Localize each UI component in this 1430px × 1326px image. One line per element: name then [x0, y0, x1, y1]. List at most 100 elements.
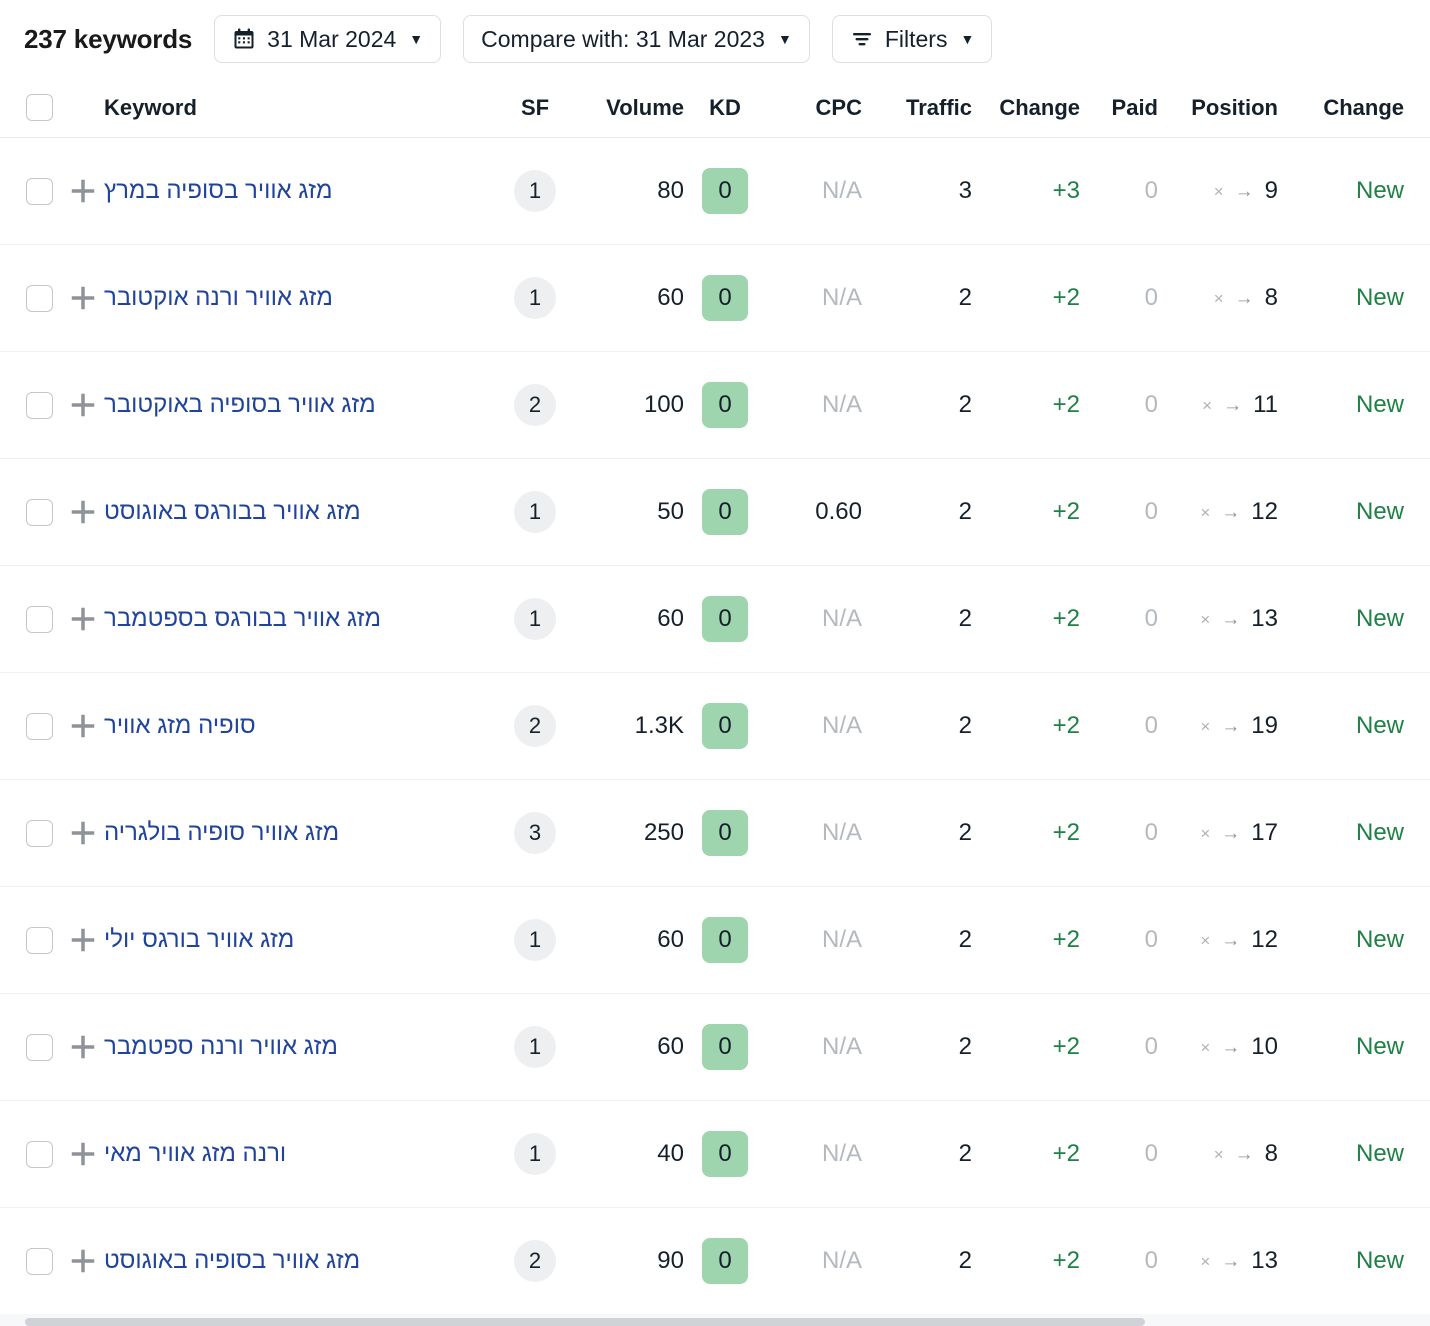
column-header-volume[interactable]: Volume: [574, 95, 684, 121]
arrow-right-icon: →: [1234, 287, 1254, 309]
position-value: 9: [1264, 177, 1278, 204]
column-header-sf[interactable]: SF: [496, 95, 574, 121]
position-value: 11: [1253, 391, 1278, 418]
paid-value: 0: [1144, 605, 1158, 632]
column-header-keyword[interactable]: Keyword: [104, 95, 496, 121]
kd-badge: 0: [702, 596, 748, 642]
date-picker-label: 31 Mar 2024: [267, 25, 397, 52]
add-keyword-button[interactable]: [62, 497, 104, 527]
kd-badge: 0: [702, 275, 748, 321]
row-select-cell: [0, 1247, 62, 1275]
plus-icon: [68, 497, 98, 527]
keywords-count: 237 keywords: [24, 23, 193, 54]
chevron-down-icon: ▼: [777, 31, 792, 47]
plus-icon: [68, 604, 98, 634]
cpc-value: N/A: [821, 819, 862, 846]
keyword-link[interactable]: מזג אוויר בסופיה באוקטובר: [104, 391, 376, 419]
keyword-link[interactable]: מזג אוויר בבורגס בספטמבר: [104, 605, 381, 633]
paid-value: 0: [1144, 391, 1158, 418]
add-keyword-button[interactable]: [62, 390, 104, 420]
column-header-traffic[interactable]: Traffic: [862, 95, 972, 121]
row-select-checkbox[interactable]: [26, 177, 53, 205]
keyword-link[interactable]: מזג אוויר בסופיה במרץ: [104, 177, 332, 205]
arrow-right-icon: →: [1221, 822, 1241, 844]
position-change-badge: New: [1355, 1247, 1404, 1274]
position-previous-none-icon: ×: [1200, 1251, 1211, 1271]
column-header-cpc[interactable]: CPC: [766, 95, 862, 121]
position-change-badge: New: [1355, 1033, 1404, 1060]
position-change-indicator: × → 9: [1214, 177, 1278, 205]
arrow-right-icon: →: [1221, 929, 1241, 951]
sf-value: 1: [514, 919, 556, 961]
row-select-checkbox[interactable]: [26, 284, 53, 312]
keyword-link[interactable]: מזג אוויר סופיה בולגריה: [104, 819, 339, 847]
keyword-link[interactable]: סופיה מזג אוויר: [104, 712, 256, 740]
kd-badge: 0: [702, 382, 748, 428]
traffic-value: 2: [958, 712, 972, 739]
position-previous-none-icon: ×: [1200, 823, 1211, 843]
position-change-badge: New: [1355, 391, 1404, 418]
row-select-cell: [0, 712, 62, 740]
keyword-link[interactable]: ורנה מזג אוויר מאי: [104, 1140, 286, 1168]
keyword-link[interactable]: מזג אוויר ורנה אוקטובר: [104, 284, 333, 312]
column-header-traffic-change[interactable]: Change: [972, 95, 1080, 121]
plus-icon: [68, 818, 98, 848]
keyword-link[interactable]: מזג אוויר ורנה ספטמבר: [104, 1033, 338, 1061]
row-select-checkbox[interactable]: [26, 498, 53, 526]
row-select-checkbox[interactable]: [26, 712, 53, 740]
position-previous-none-icon: ×: [1200, 502, 1211, 522]
row-select-checkbox[interactable]: [26, 1033, 53, 1061]
select-all-checkbox[interactable]: [26, 94, 53, 121]
position-previous-none-icon: ×: [1213, 181, 1224, 201]
traffic-change-value: +2: [1052, 1247, 1080, 1274]
column-header-position[interactable]: Position: [1158, 95, 1290, 121]
add-keyword-button[interactable]: [62, 818, 104, 848]
traffic-change-value: +2: [1052, 498, 1080, 525]
add-keyword-button[interactable]: [62, 925, 104, 955]
date-picker-button[interactable]: 31 Mar 2024 ▼: [214, 15, 442, 63]
paid-value: 0: [1144, 177, 1158, 204]
column-header-position-change[interactable]: Change: [1290, 95, 1430, 121]
paid-value: 0: [1144, 498, 1158, 525]
row-select-checkbox[interactable]: [26, 1247, 53, 1275]
add-keyword-button[interactable]: [62, 1032, 104, 1062]
row-select-cell: [0, 177, 62, 205]
plus-icon: [68, 390, 98, 420]
row-select-cell: [0, 391, 62, 419]
row-select-checkbox[interactable]: [26, 605, 53, 633]
volume-value: 60: [657, 1033, 684, 1060]
position-previous-none-icon: ×: [1200, 716, 1211, 736]
keyword-link[interactable]: מזג אוויר בורגס יולי: [104, 926, 294, 954]
kd-badge: 0: [702, 1131, 748, 1177]
kd-badge: 0: [702, 1238, 748, 1284]
row-select-checkbox[interactable]: [26, 1140, 53, 1168]
add-keyword-button[interactable]: [62, 1246, 104, 1276]
plus-icon: [68, 711, 98, 741]
keyword-link[interactable]: מזג אוויר בסופיה באוגוסט: [104, 1247, 360, 1275]
horizontal-scrollbar[interactable]: [0, 1314, 1430, 1326]
row-select-checkbox[interactable]: [26, 391, 53, 419]
keyword-link[interactable]: מזג אוויר בבורגס באוגוסט: [104, 498, 361, 526]
horizontal-scrollbar-thumb[interactable]: [25, 1318, 1145, 1326]
add-keyword-button[interactable]: [62, 711, 104, 741]
add-keyword-button[interactable]: [62, 1139, 104, 1169]
sf-value: 1: [514, 1026, 556, 1068]
traffic-change-value: +2: [1052, 391, 1080, 418]
row-select-checkbox[interactable]: [26, 926, 53, 954]
filters-button[interactable]: Filters ▼: [831, 15, 993, 63]
cpc-value: N/A: [821, 605, 862, 632]
compare-date-button[interactable]: Compare with: 31 Mar 2023 ▼: [463, 15, 810, 63]
row-select-cell: [0, 605, 62, 633]
table-row: מזג אוויר בסופיה באוגוסט 2 90 0 N/A 2 +2 0 × → 13 N…: [0, 1208, 1430, 1315]
column-header-paid[interactable]: Paid: [1080, 95, 1158, 121]
cpc-value: N/A: [821, 712, 862, 739]
column-header-kd[interactable]: KD: [684, 95, 766, 121]
row-select-checkbox[interactable]: [26, 819, 53, 847]
position-change-indicator: × → 12: [1200, 926, 1278, 954]
traffic-value: 2: [958, 819, 972, 846]
add-keyword-button[interactable]: [62, 176, 104, 206]
position-value: 13: [1251, 1247, 1278, 1274]
add-keyword-button[interactable]: [62, 283, 104, 313]
position-value: 12: [1251, 926, 1278, 953]
add-keyword-button[interactable]: [62, 604, 104, 634]
